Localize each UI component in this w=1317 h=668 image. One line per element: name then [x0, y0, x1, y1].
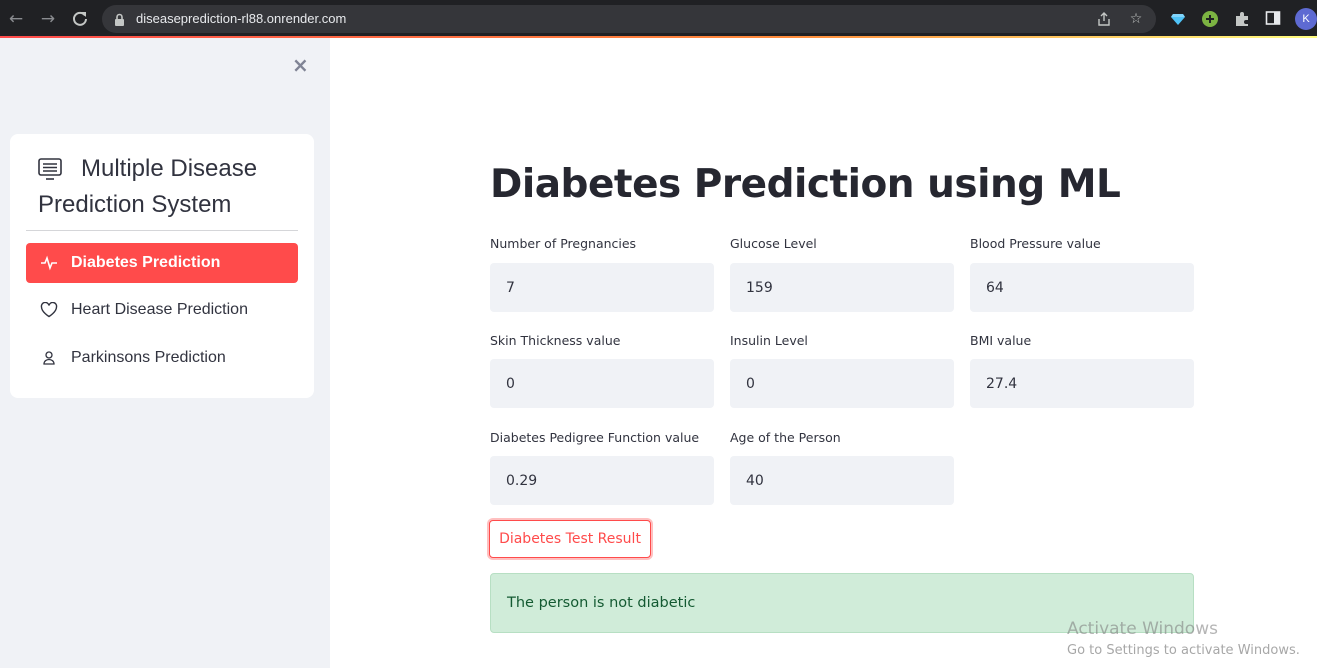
side-panel-icon[interactable]: [1265, 10, 1283, 28]
pregnancies-label: Number of Pregnancies: [490, 236, 637, 251]
bmi-input[interactable]: [970, 359, 1194, 408]
glucose-input[interactable]: [730, 263, 954, 312]
menu-divider: [26, 230, 298, 231]
url-text: diseaseprediction-rl88.onrender.com: [136, 11, 347, 26]
close-sidebar-icon[interactable]: ×: [292, 54, 309, 76]
option-menu: Multiple Disease Prediction System Diabe…: [10, 134, 314, 398]
bmi-label: BMI value: [970, 333, 1032, 348]
menu-item-heart[interactable]: Heart Disease Prediction: [26, 290, 298, 330]
gem-extension-icon[interactable]: [1170, 10, 1188, 28]
avatar[interactable]: K: [1295, 8, 1317, 30]
heart-icon: [40, 301, 58, 318]
pregnancies-input[interactable]: [490, 263, 714, 312]
address-bar[interactable]: diseaseprediction-rl88.onrender.com ☆: [102, 5, 1156, 33]
pedigree-label: Diabetes Pedigree Function value: [490, 430, 700, 445]
plus-extension-icon[interactable]: [1201, 10, 1219, 28]
age-label: Age of the Person: [730, 430, 841, 445]
browser-toolbar: ← → diseaseprediction-rl88.onrender.com …: [0, 0, 1317, 38]
menu-item-label: Diabetes Prediction: [71, 254, 221, 271]
insulin-label: Insulin Level: [730, 333, 808, 348]
menu-item-parkinsons[interactable]: Parkinsons Prediction: [26, 338, 298, 378]
result-text: The person is not diabetic: [507, 595, 696, 611]
activity-icon: [40, 255, 58, 271]
menu-item-diabetes[interactable]: Diabetes Prediction: [26, 243, 298, 283]
menu-title: Multiple Disease Prediction System: [38, 155, 258, 218]
reload-icon[interactable]: [70, 9, 90, 29]
menu-item-label: Heart Disease Prediction: [71, 301, 248, 318]
sidebar: × Multiple Disease Prediction System Dia…: [0, 38, 330, 668]
blood-pressure-label: Blood Pressure value: [970, 236, 1101, 251]
activate-windows-subtitle: Go to Settings to activate Windows.: [1067, 643, 1300, 658]
bookmark-star-icon[interactable]: ☆: [1128, 11, 1144, 27]
page-title: Diabetes Prediction using ML: [490, 162, 1121, 207]
back-arrow-icon[interactable]: ←: [6, 9, 26, 29]
skin-thickness-label: Skin Thickness value: [490, 333, 621, 348]
person-icon: [40, 350, 58, 366]
insulin-input[interactable]: [730, 359, 954, 408]
activate-windows-title: Activate Windows: [1067, 619, 1218, 639]
age-input[interactable]: [730, 456, 954, 505]
skin-thickness-input[interactable]: [490, 359, 714, 408]
forward-arrow-icon[interactable]: →: [38, 9, 58, 29]
lock-icon: [114, 12, 125, 31]
menu-item-label: Parkinsons Prediction: [71, 349, 226, 366]
diabetes-test-result-button[interactable]: Diabetes Test Result: [489, 520, 651, 558]
pedigree-input[interactable]: [490, 456, 714, 505]
share-icon[interactable]: [1096, 11, 1112, 27]
blood-pressure-input[interactable]: [970, 263, 1194, 312]
glucose-label: Glucose Level: [730, 236, 817, 251]
puzzle-icon[interactable]: [1233, 10, 1251, 28]
